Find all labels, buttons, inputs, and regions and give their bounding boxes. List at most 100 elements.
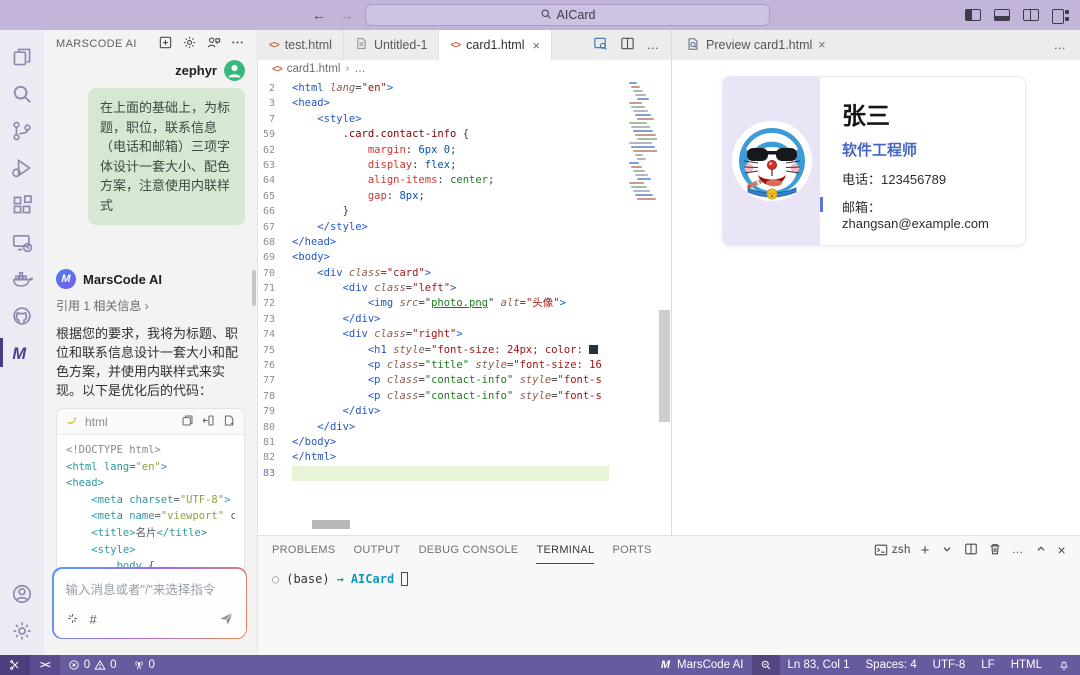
minimap-line: [635, 94, 646, 96]
forward-arrow-icon[interactable]: →: [340, 7, 354, 23]
marscode-status[interactable]: M MarsCode AI: [653, 655, 752, 675]
close-panel-icon[interactable]: ×: [1058, 542, 1066, 558]
panel-more-icon[interactable]: …: [1012, 544, 1024, 556]
sidebar-more-icon[interactable]: [230, 35, 245, 53]
ports-status[interactable]: 0: [125, 655, 163, 675]
tab-problems[interactable]: PROBLEMS: [272, 536, 336, 564]
preview-tab-label[interactable]: Preview card1.html: [706, 38, 812, 52]
editor-horizontal-scrollbar[interactable]: [312, 520, 350, 529]
account-icon[interactable]: [0, 575, 44, 612]
customize-layout-icon[interactable]: [1052, 9, 1070, 22]
commands-sparkle-icon[interactable]: [66, 612, 79, 628]
remote-indicator[interactable]: ><: [30, 655, 60, 675]
encoding-status[interactable]: UTF-8: [925, 655, 974, 675]
notifications-bell-icon[interactable]: [1050, 655, 1080, 675]
tab-card1-html[interactable]: <> card1.html ×: [439, 30, 552, 60]
tab-test-html[interactable]: <> test.html: [258, 30, 344, 60]
eol-status[interactable]: LF: [973, 655, 1002, 675]
settings-gear-icon[interactable]: [0, 612, 44, 649]
toggle-secondary-sidebar-icon[interactable]: [1023, 9, 1039, 21]
breadcrumb-more[interactable]: …: [354, 63, 366, 75]
run-debug-icon[interactable]: [0, 149, 44, 186]
search-sidebar-icon[interactable]: [0, 75, 44, 112]
code-line: 3<head>: [258, 96, 671, 111]
explorer-icon[interactable]: [0, 38, 44, 75]
card-email: 邮箱：zhangsan@example.com: [842, 197, 1025, 231]
scissors-icon[interactable]: [0, 655, 30, 675]
toggle-sidebar-icon[interactable]: [965, 9, 981, 21]
preview-more-icon[interactable]: …: [1054, 38, 1067, 52]
marscode-ai-icon[interactable]: M: [0, 334, 44, 371]
terminal-content[interactable]: ○ (base) → AICard: [258, 564, 1080, 586]
terminal-shell-selector[interactable]: zsh: [874, 543, 911, 557]
activity-bar: M: [0, 30, 44, 655]
copy-code-icon[interactable]: [181, 414, 194, 430]
html-lang-bird-icon: [65, 413, 79, 430]
code-line: <head>: [66, 475, 235, 492]
editor-more-icon[interactable]: …: [647, 38, 660, 52]
remote-explorer-icon[interactable]: [0, 223, 44, 260]
code-line: <!DOCTYPE html>: [66, 442, 235, 459]
marscode-logo: M: [56, 269, 76, 289]
github-icon[interactable]: [0, 297, 44, 334]
breadcrumb[interactable]: <> card1.html › …: [258, 60, 671, 78]
minimap[interactable]: [629, 82, 657, 212]
editor-vertical-scrollbar[interactable]: [659, 310, 670, 422]
preview-file-icon: [686, 37, 700, 54]
extensions-icon[interactable]: [0, 186, 44, 223]
tab-label: Untitled-1: [374, 38, 428, 52]
zoom-status-icon[interactable]: [752, 655, 780, 675]
minimap-line: [637, 118, 654, 120]
docker-icon[interactable]: [0, 260, 44, 297]
insert-code-icon[interactable]: [202, 414, 215, 430]
minimap-line: [637, 98, 649, 100]
open-preview-icon[interactable]: [593, 36, 608, 54]
maximize-panel-icon[interactable]: [1034, 542, 1048, 559]
indentation-status[interactable]: Spaces: 4: [858, 655, 925, 675]
context-hash-button[interactable]: #: [90, 612, 97, 627]
user-avatar[interactable]: [224, 60, 245, 81]
new-file-from-code-icon[interactable]: [223, 414, 236, 430]
split-terminal-icon[interactable]: [964, 542, 978, 559]
code-editor[interactable]: 2<html lang="en">3<head>7 <style>59 .car…: [258, 78, 671, 535]
close-tab-icon[interactable]: ×: [532, 38, 540, 53]
close-preview-icon[interactable]: ×: [818, 38, 825, 52]
code-line: 78 <p class="contact-info" style="font-s: [258, 389, 671, 404]
cursor-position[interactable]: Ln 83, Col 1: [780, 655, 858, 675]
terminal-dropdown-icon[interactable]: [940, 542, 954, 559]
chat-settings-gear-icon[interactable]: [182, 35, 197, 53]
tab-terminal[interactable]: TERMINAL: [536, 536, 594, 564]
split-editor-icon[interactable]: [620, 36, 635, 54]
tab-output[interactable]: OUTPUT: [354, 536, 401, 564]
citation-link[interactable]: 引用 1 相关信息 ›: [56, 297, 245, 314]
new-chat-icon[interactable]: [158, 35, 173, 53]
chat-username: zephyr: [175, 63, 217, 78]
code-line: 77 <p class="contact-info" style="font-s: [258, 373, 671, 388]
toggle-panel-icon[interactable]: [994, 9, 1010, 21]
sidebar-scrollbar[interactable]: [252, 270, 256, 306]
language-mode[interactable]: HTML: [1003, 655, 1050, 675]
tab-ports[interactable]: PORTS: [612, 536, 651, 564]
editor-group: <> test.html Untitled-1 <> card1.html ×: [258, 30, 672, 535]
minimap-line: [633, 110, 648, 112]
kill-terminal-trash-icon[interactable]: [988, 542, 1002, 559]
card-phone: 电话：123456789: [842, 169, 1025, 188]
new-terminal-icon[interactable]: +: [921, 542, 930, 559]
code-line: 71 <div class="left">: [258, 281, 671, 296]
send-icon[interactable]: [219, 611, 234, 629]
source-control-icon[interactable]: [0, 112, 44, 149]
line-number: 82: [258, 450, 292, 465]
card-info-panel: 张三 软件工程师 电话：123456789 邮箱：zhangsan@exampl…: [820, 77, 1025, 245]
breadcrumb-file[interactable]: card1.html: [287, 63, 341, 75]
back-arrow-icon[interactable]: ←: [312, 7, 326, 23]
minimap-line: [631, 86, 640, 88]
agent-profile-icon[interactable]: [206, 35, 221, 53]
tab-debug-console[interactable]: DEBUG CONSOLE: [419, 536, 519, 564]
marscode-ide-window: ← → AICard M: [0, 0, 1080, 675]
chat-input-box[interactable]: 输入消息或者"/"来选择指令 #: [52, 567, 247, 639]
problems-status[interactable]: 0 0: [60, 655, 125, 675]
tab-untitled-1[interactable]: Untitled-1: [344, 30, 440, 60]
marscode-status-logo: M: [661, 659, 670, 671]
command-center-search[interactable]: AICard: [365, 4, 770, 26]
prompt-env: (base): [286, 572, 329, 586]
